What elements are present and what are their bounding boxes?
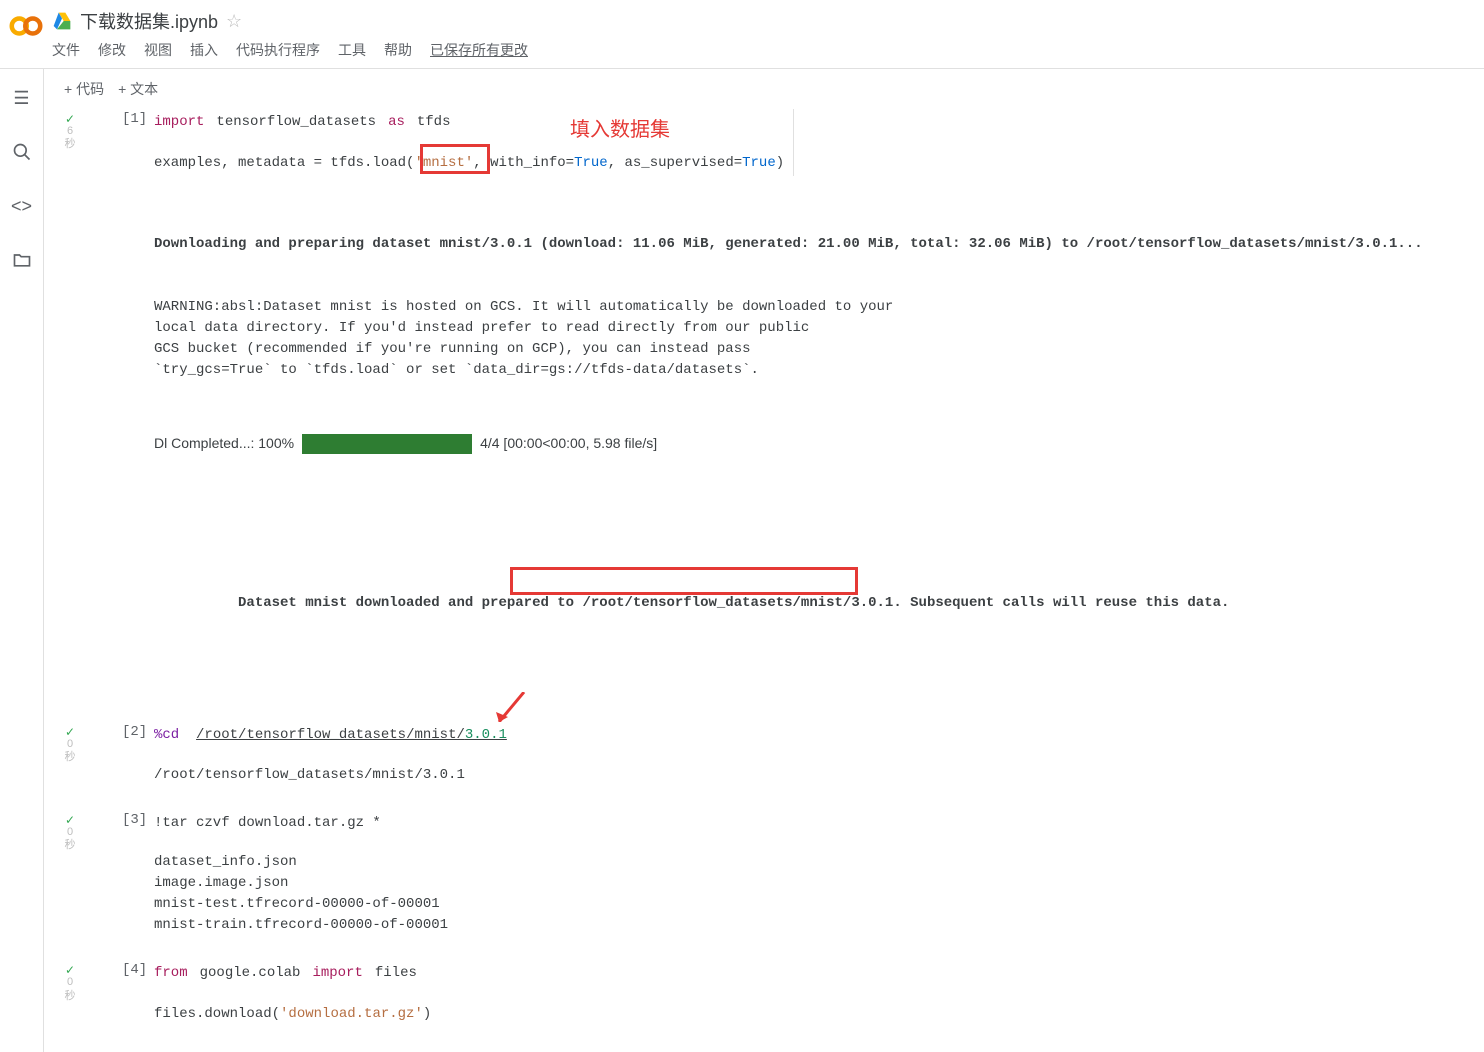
code-text: ) [776, 155, 784, 171]
kw-import: import [154, 114, 204, 130]
main-layout: ☰ <> + 代码 + 文本 ✓ 6 秒 [1] import tensorflo… [0, 69, 1484, 1052]
title-row: 下载数据集.ipynb ☆ [52, 8, 1476, 34]
toolbar: + 代码 + 文本 [44, 69, 1484, 109]
cell-number: [3] [122, 812, 147, 828]
cell-time: 6 秒 [56, 125, 84, 151]
header-content: 下载数据集.ipynb ☆ 文件 修改 视图 插入 代码执行程序 工具 帮助 已… [52, 8, 1476, 68]
add-code-button[interactable]: + 代码 [64, 79, 104, 99]
code-text: files.download( [154, 1006, 280, 1022]
output-warning: WARNING:absl:Dataset mnist is hosted on … [154, 297, 1484, 381]
module: tensorflow_datasets [216, 114, 376, 130]
done-text-2: . Subsequent calls will reuse this data. [893, 595, 1229, 611]
cell-status: ✓ 6 秒 [56, 113, 84, 151]
files-icon[interactable] [11, 249, 33, 271]
magic: %cd [154, 727, 179, 743]
menu-view[interactable]: 视图 [144, 40, 172, 60]
add-text-button[interactable]: + 文本 [118, 79, 158, 99]
progress-info: 4/4 [00:00<00:00, 5.98 file/s] [480, 433, 657, 454]
notebook-title[interactable]: 下载数据集.ipynb [80, 8, 218, 34]
bool-true: True [574, 155, 608, 171]
done-path: /root/tensorflow_datasets/mnist/3.0.1 [582, 595, 893, 611]
progress-label: Dl Completed...: 100% [154, 433, 294, 454]
cell-output: /root/tensorflow_datasets/mnist/3.0.1 [154, 765, 1484, 786]
highlight-box-mnist [420, 144, 490, 174]
sidebar: ☰ <> [0, 69, 44, 1052]
cell-time: 0 秒 [56, 738, 84, 764]
alias: tfds [417, 114, 451, 130]
saved-status: 已保存所有更改 [430, 40, 528, 60]
code-line: !tar czvf download.tar.gz * [154, 815, 381, 831]
module: google.colab [200, 965, 301, 981]
code-input[interactable]: import tensorflow_datasets astfds examples… [154, 109, 794, 176]
progress: Dl Completed...: 100% 4/4 [00:00<00:00, … [154, 433, 1484, 454]
header: 下载数据集.ipynb ☆ 文件 修改 视图 插入 代码执行程序 工具 帮助 已… [0, 0, 1484, 69]
output-download-header: Downloading and preparing dataset mnist/… [154, 234, 1484, 255]
cell-time: 0 秒 [56, 976, 84, 1002]
menu-insert[interactable]: 插入 [190, 40, 218, 60]
code-snippets-icon[interactable]: <> [11, 195, 33, 217]
cell-output: Downloading and preparing dataset mnist/… [154, 192, 1484, 698]
menu-tools[interactable]: 工具 [338, 40, 366, 60]
drive-icon [52, 11, 72, 31]
path-ver: 3.0.1 [465, 727, 507, 743]
path: /root/tensorflow_datasets/mnist/3.0.1 [196, 727, 507, 743]
check-icon: ✓ [56, 113, 84, 125]
annotation-fill-dataset: 填入数据集 [570, 113, 670, 142]
menu-bar: 文件 修改 视图 插入 代码执行程序 工具 帮助 已保存所有更改 [52, 34, 1476, 68]
code-input[interactable]: from google.colab import files files.downlo… [154, 960, 1484, 1027]
kw-from: from [154, 965, 188, 981]
kw-import: import [312, 965, 362, 981]
obj: files [375, 965, 417, 981]
code-input[interactable]: %cd /root/tensorflow_datasets/mnist/3.0.… [154, 722, 1484, 749]
content: + 代码 + 文本 ✓ 6 秒 [1] import tensorflow_dat… [44, 69, 1484, 1052]
toc-icon[interactable]: ☰ [11, 87, 33, 109]
star-icon[interactable]: ☆ [226, 11, 242, 32]
cell-time: 0 秒 [56, 826, 84, 852]
menu-help[interactable]: 帮助 [384, 40, 412, 60]
colab-logo-icon [8, 8, 44, 44]
progress-bar [302, 434, 472, 454]
search-icon[interactable] [11, 141, 33, 163]
cell-number: [4] [122, 962, 147, 978]
cell-3: 打包 ✓ 0 秒 [3] !tar czvf download.tar.gz *… [44, 810, 1484, 937]
cell-status: ✓ 0 秒 [56, 814, 84, 852]
bool-true: True [742, 155, 776, 171]
cell-status: ✓ 0 秒 [56, 964, 84, 1002]
cell-output: dataset_info.json image.image.json mnist… [154, 852, 1484, 936]
menu-runtime[interactable]: 代码执行程序 [236, 40, 320, 60]
kw-as: as [388, 114, 405, 130]
code-text: examples, metadata = tfds.load( [154, 155, 414, 171]
menu-file[interactable]: 文件 [52, 40, 80, 60]
done-text-1: Dataset mnist downloaded and prepared to [238, 595, 582, 611]
code-text: ) [423, 1006, 431, 1022]
str-file: 'download.tar.gz' [280, 1006, 423, 1022]
cell-4: 下载 ✓ 0 秒 [4] fromgoogle.colabimportfiles… [44, 960, 1484, 1027]
cell-status: ✓ 0 秒 [56, 726, 84, 764]
highlight-box-path [510, 567, 858, 595]
output-done: Dataset mnist downloaded and prepared to… [154, 572, 1484, 656]
menu-edit[interactable]: 修改 [98, 40, 126, 60]
path-prefix: /root/tensorflow_datasets/mnist/ [196, 727, 465, 743]
cell-2: 移动到对应文件夹 ✓ 0 秒 [2] %cd /root/tensorflow_… [44, 722, 1484, 786]
check-icon: ✓ [56, 964, 84, 976]
code-input[interactable]: !tar czvf download.tar.gz * [154, 810, 1484, 837]
cell-number: [2] [122, 724, 147, 740]
check-icon: ✓ [56, 726, 84, 738]
cell-1: ✓ 6 秒 [1] import tensorflow_datasets astfd… [44, 109, 1484, 698]
code-text: , as_supervised= [608, 155, 742, 171]
cell-number: [1] [122, 111, 147, 127]
